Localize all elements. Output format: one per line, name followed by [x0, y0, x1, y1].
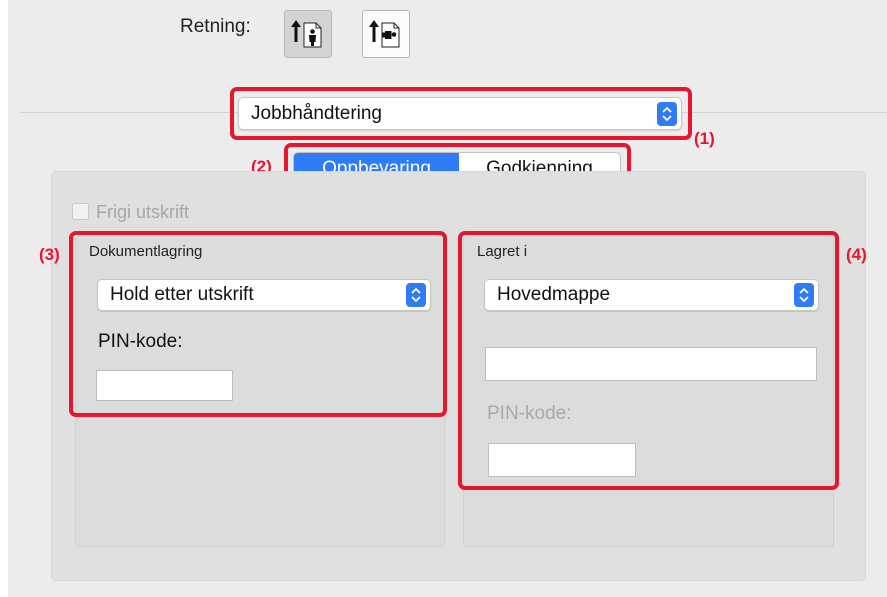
document-storage-mode-value: Hold etter utskrift — [110, 284, 254, 305]
release-print-checkbox[interactable] — [72, 203, 89, 220]
select-stepper-icon — [406, 283, 426, 307]
orientation-landscape-button[interactable] — [362, 10, 410, 58]
document-storage-pin-input[interactable] — [96, 370, 233, 401]
callout-4: (4) — [846, 245, 867, 264]
release-print-label: Frigi utskrift — [96, 202, 190, 222]
document-storage-mode-select[interactable]: Hold etter utskrift — [97, 279, 431, 311]
orientation-label: Retning: — [180, 16, 251, 37]
stored-in-pin-input[interactable] — [488, 443, 636, 477]
select-stepper-icon — [794, 283, 814, 307]
stored-in-folder-select[interactable]: Hovedmappe — [484, 279, 819, 311]
landscape-orientation-icon — [369, 20, 400, 48]
stored-in-title: Lagret i — [477, 243, 528, 260]
stored-in-folder-value: Hovedmappe — [497, 284, 611, 305]
stored-in-pin-label: PIN-kode: — [487, 403, 572, 424]
portrait-orientation-icon — [291, 20, 322, 48]
stored-in-folder-name-input[interactable] — [485, 347, 817, 381]
job-handling-select[interactable]: Jobbhåndtering — [238, 97, 682, 130]
callout-1: (1) — [694, 129, 715, 148]
job-handling-select-value: Jobbhåndtering — [251, 102, 382, 124]
document-storage-title: Dokumentlagring — [89, 243, 203, 260]
document-storage-pin-label: PIN-kode: — [98, 331, 183, 352]
orientation-portrait-button[interactable] — [284, 10, 332, 58]
select-stepper-icon — [657, 101, 677, 126]
callout-3: (3) — [39, 245, 60, 264]
